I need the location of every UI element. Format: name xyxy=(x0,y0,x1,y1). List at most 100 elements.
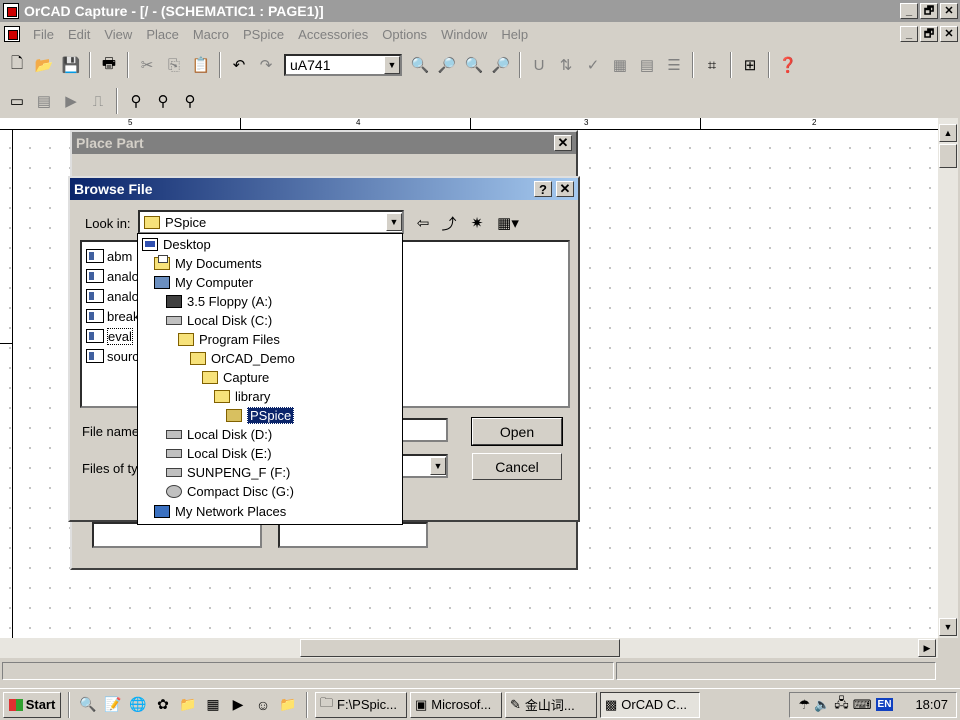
cross-ref-icon[interactable]: ▤ xyxy=(634,52,660,78)
dropdown-item-compact-disc[interactable]: Compact Disc (G:) xyxy=(166,482,294,501)
vertical-scrollbar[interactable]: ▲ ▼ xyxy=(938,118,958,638)
dropdown-item-local-disk-e[interactable]: Local Disk (E:) xyxy=(166,444,272,463)
print-icon[interactable]: 🖶 xyxy=(96,52,122,78)
dropdown-item-orcad-demo[interactable]: OrCAD_Demo xyxy=(190,349,295,368)
annotate-icon[interactable]: U xyxy=(526,52,552,78)
open-icon[interactable]: 📂 xyxy=(31,52,57,78)
dropdown-item-floppy[interactable]: 3.5 Floppy (A:) xyxy=(166,292,272,311)
dropdown-item-capture[interactable]: Capture xyxy=(202,368,269,387)
scroll-down-icon[interactable]: ▼ xyxy=(939,618,957,636)
save-icon[interactable]: 💾 xyxy=(58,52,84,78)
new-icon[interactable]: 🗋 xyxy=(4,52,30,78)
menu-edit[interactable]: Edit xyxy=(61,27,97,42)
cancel-button[interactable]: Cancel xyxy=(472,453,562,480)
volume-icon[interactable]: 🔈 xyxy=(814,697,830,713)
up-folder-icon[interactable]: ⤴ xyxy=(436,210,462,236)
chevron-down-icon[interactable]: ▼ xyxy=(384,56,400,74)
zoom-area-icon[interactable]: 🔍 xyxy=(461,52,487,78)
task-button-dictionary[interactable]: ✎ 金山词... xyxy=(505,691,597,718)
task-button-pspice-folder[interactable]: 🗀 F:\PSpic... xyxy=(315,691,407,718)
help-icon[interactable]: ❓ xyxy=(775,52,801,78)
netlist-icon[interactable]: ▦ xyxy=(607,52,633,78)
help-button[interactable]: ? xyxy=(534,181,552,197)
close-icon[interactable]: ✕ xyxy=(556,181,574,197)
app-icon[interactable]: ✿ xyxy=(152,694,174,716)
part-combo[interactable]: uA741 ▼ xyxy=(284,54,402,76)
umbrella-icon[interactable]: ☂ xyxy=(798,697,810,713)
dropdown-item-local-disk-c[interactable]: Local Disk (C:) xyxy=(166,311,272,330)
folder-icon[interactable]: 📁 xyxy=(177,694,199,716)
input-method-icon[interactable]: ⌨ xyxy=(853,697,872,713)
browse-file-title-bar[interactable]: Browse File ? ✕ xyxy=(70,178,578,200)
new-simulation-icon[interactable]: ▭ xyxy=(4,88,30,114)
menu-place[interactable]: Place xyxy=(139,27,186,42)
doc-minimize-button[interactable]: _ xyxy=(900,26,918,42)
doc-icon[interactable] xyxy=(4,26,20,42)
back-arrow-icon[interactable]: ⇦ xyxy=(410,210,436,236)
menu-macro[interactable]: Macro xyxy=(186,27,236,42)
language-indicator[interactable]: EN xyxy=(875,698,894,711)
task-button-orcad[interactable]: ▩ OrCAD C... xyxy=(600,691,700,718)
current-marker-icon[interactable]: ⚲ xyxy=(150,88,176,114)
search-icon[interactable]: 🔍 xyxy=(77,694,99,716)
cut-icon[interactable]: ✂ xyxy=(134,52,160,78)
close-icon[interactable]: ✕ xyxy=(554,135,572,151)
edit-simulation-icon[interactable]: ▤ xyxy=(31,88,57,114)
new-folder-icon[interactable]: ✷ xyxy=(464,210,490,236)
place-part-field[interactable] xyxy=(278,522,428,548)
folder-icon[interactable]: 📁 xyxy=(277,694,299,716)
run-icon[interactable]: ▶ xyxy=(58,88,84,114)
undo-icon[interactable]: ↶ xyxy=(226,52,252,78)
menu-view[interactable]: View xyxy=(97,27,139,42)
media-player-icon[interactable]: ▶ xyxy=(227,694,249,716)
paste-icon[interactable]: 📋 xyxy=(188,52,214,78)
copy-icon[interactable]: ⎘ xyxy=(161,52,187,78)
menu-window[interactable]: Window xyxy=(434,27,494,42)
dropdown-item-program-files[interactable]: Program Files xyxy=(178,330,280,349)
horizontal-scrollbar[interactable]: ▶ xyxy=(0,638,938,658)
dropdown-item-my-computer[interactable]: My Computer xyxy=(154,273,253,292)
look-in-dropdown[interactable]: Desktop My Documents My Computer 3.5 Flo… xyxy=(137,233,403,525)
scroll-right-icon[interactable]: ▶ xyxy=(918,639,936,657)
calculator-icon[interactable]: ▦ xyxy=(202,694,224,716)
dropdown-item-pspice[interactable]: PSpice xyxy=(226,406,295,425)
redo-icon[interactable]: ↷ xyxy=(253,52,279,78)
restore-button[interactable]: 🗗 xyxy=(920,3,938,19)
back-annotate-icon[interactable]: ⇅ xyxy=(553,52,579,78)
title-bar[interactable]: OrCAD Capture - [/ - (SCHEMATIC1 : PAGE1… xyxy=(0,0,960,22)
menu-accessories[interactable]: Accessories xyxy=(291,27,375,42)
place-part-title-bar[interactable]: Place Part ✕ xyxy=(72,132,576,154)
network-icon[interactable]: 🖧 xyxy=(834,694,849,716)
app-icon[interactable] xyxy=(3,3,19,19)
scroll-thumb[interactable] xyxy=(300,639,620,657)
zoom-out-icon[interactable]: 🔎 xyxy=(434,52,460,78)
messenger-icon[interactable]: ☺ xyxy=(252,694,274,716)
diff-marker-icon[interactable]: ⚲ xyxy=(177,88,203,114)
snap-grid-icon[interactable]: ⌗ xyxy=(699,52,725,78)
view-menu-icon[interactable]: ▦▾ xyxy=(492,210,524,236)
task-button-microsoft[interactable]: ▣ Microsof... xyxy=(410,691,502,718)
dropdown-item-network-places[interactable]: My Network Places xyxy=(154,502,286,521)
open-button[interactable]: Open xyxy=(471,417,563,446)
zoom-in-icon[interactable]: 🔍 xyxy=(407,52,433,78)
chevron-down-icon[interactable]: ▼ xyxy=(386,213,402,231)
bom-icon[interactable]: ☰ xyxy=(661,52,687,78)
look-in-combo[interactable]: PSpice ▼ xyxy=(138,210,404,234)
zoom-all-icon[interactable]: 🔎 xyxy=(488,52,514,78)
place-part-field[interactable] xyxy=(92,522,262,548)
dropdown-item-local-disk-d[interactable]: Local Disk (D:) xyxy=(166,425,272,444)
close-button[interactable]: ✕ xyxy=(940,3,958,19)
voltage-marker-icon[interactable]: ⚲ xyxy=(123,88,149,114)
minimize-button[interactable]: _ xyxy=(900,3,918,19)
menu-options[interactable]: Options xyxy=(375,27,434,42)
dropdown-item-my-documents[interactable]: My Documents xyxy=(154,254,262,273)
menu-file[interactable]: File xyxy=(26,27,61,42)
drc-icon[interactable]: ✓ xyxy=(580,52,606,78)
scroll-thumb[interactable] xyxy=(939,144,957,168)
doc-restore-button[interactable]: 🗗 xyxy=(920,26,938,42)
view-results-icon[interactable]: ⎍ xyxy=(85,88,111,114)
chevron-down-icon[interactable]: ▼ xyxy=(430,457,446,475)
start-button[interactable]: Start xyxy=(3,691,61,718)
scroll-up-icon[interactable]: ▲ xyxy=(939,124,957,142)
dropdown-item-sunpeng-f[interactable]: SUNPENG_F (F:) xyxy=(166,463,290,482)
